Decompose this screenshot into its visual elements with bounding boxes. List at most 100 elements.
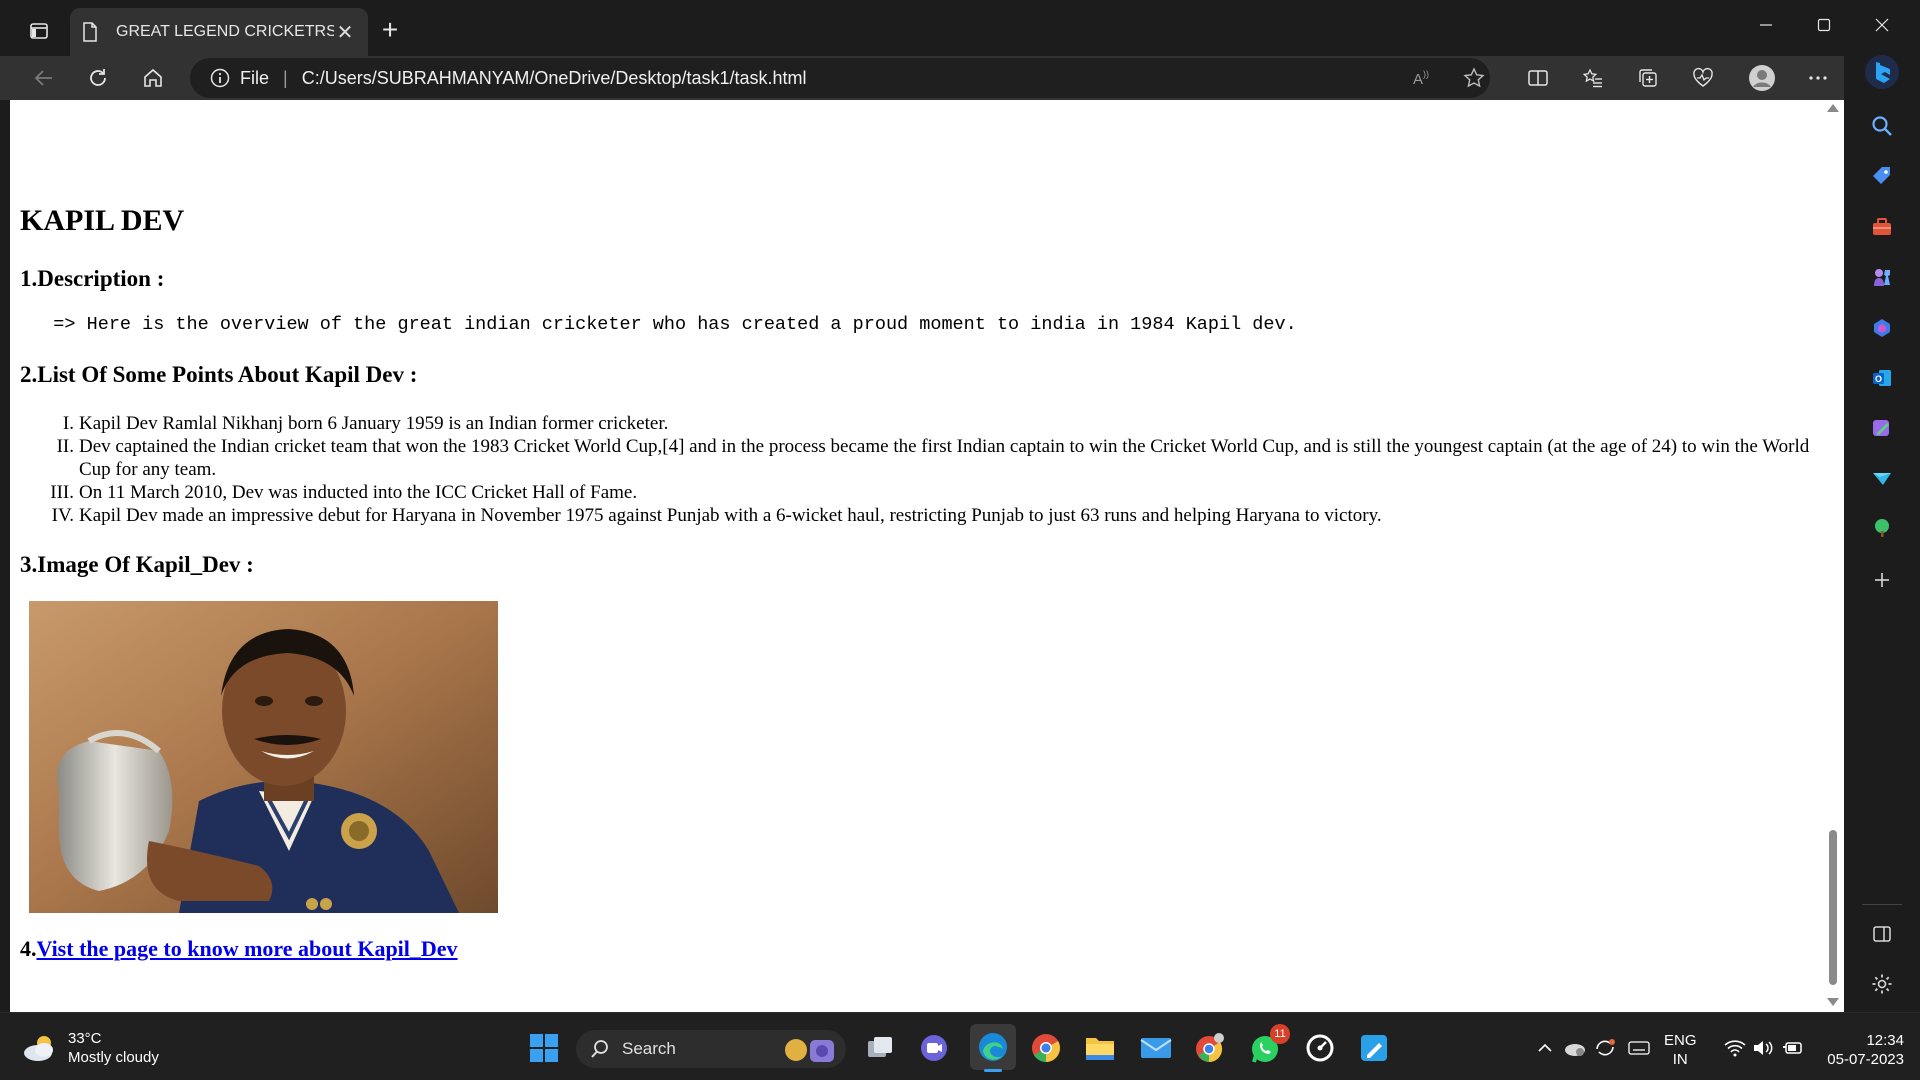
- active-app-indicator: [984, 1069, 1002, 1072]
- tree-icon[interactable]: [1866, 512, 1898, 544]
- whatsapp-icon[interactable]: 11: [1246, 1024, 1290, 1068]
- back-button[interactable]: [26, 60, 62, 96]
- page-icon: [82, 22, 102, 42]
- address-bar[interactable]: File | C:/Users/SUBRAHMANYAM/OneDrive/De…: [190, 58, 1490, 98]
- close-window-button[interactable]: [1854, 0, 1910, 50]
- chrome-app-icon[interactable]: [1026, 1028, 1066, 1068]
- vertical-scrollbar[interactable]: [1822, 100, 1844, 1012]
- section-description-title: 1.Description :: [20, 266, 165, 291]
- address-url[interactable]: C:/Users/SUBRAHMANYAM/OneDrive/Desktop/t…: [302, 68, 807, 89]
- browser-essentials-icon[interactable]: [1687, 62, 1719, 94]
- favorites-icon[interactable]: [1577, 62, 1609, 94]
- list-text: Kapil Dev made an impressive debut for H…: [79, 505, 1382, 526]
- home-button[interactable]: [135, 60, 171, 96]
- address-scheme: File: [240, 67, 270, 88]
- minimize-button[interactable]: [1738, 0, 1794, 50]
- search-highlight-icon: [785, 1039, 834, 1062]
- browser-title-bar: GREAT LEGEND CRICKETRS ✕ +: [0, 0, 1920, 56]
- collections-icon[interactable]: [1632, 62, 1664, 94]
- list-number: I.: [62, 413, 74, 434]
- split-screen-icon[interactable]: [1522, 62, 1554, 94]
- tab-title: GREAT LEGEND CRICKETRS: [116, 23, 334, 40]
- profile-avatar[interactable]: [1746, 62, 1778, 94]
- search-icon[interactable]: [1866, 110, 1898, 142]
- description-text: => Here is the overview of the great ind…: [20, 314, 1297, 335]
- teams-chat-icon[interactable]: [914, 1028, 954, 1068]
- keyboard-icon[interactable]: [1626, 1033, 1652, 1063]
- read-aloud-icon[interactable]: A)): [1406, 62, 1438, 94]
- weather-widget[interactable]: 33°C Mostly cloudy: [22, 1029, 159, 1067]
- start-button[interactable]: [524, 1028, 564, 1068]
- notification-badge: 11: [1270, 1024, 1290, 1044]
- section-points-title: 2.List Of Some Points About Kapil Dev :: [20, 362, 418, 387]
- list-item: IV. Kapil Dev made an impressive debut fo…: [20, 504, 1820, 527]
- list-text: Kapil Dev Ramlal Nikhanj born 6 January …: [79, 413, 669, 434]
- taskbar-search[interactable]: Search: [576, 1030, 846, 1068]
- paint-app-icon[interactable]: [1354, 1028, 1394, 1068]
- browser-toolbar: File | C:/Users/SUBRAHMANYAM/OneDrive/De…: [0, 56, 1920, 100]
- scroll-up-icon[interactable]: [1827, 104, 1839, 112]
- sidebar-settings-gear-icon[interactable]: [1866, 968, 1898, 1000]
- section-number: 4.: [20, 936, 37, 961]
- battery-icon[interactable]: [1780, 1033, 1806, 1063]
- designer-icon[interactable]: [1866, 412, 1898, 444]
- list-text: Dev captained the Indian cricket team th…: [79, 436, 1810, 480]
- maximize-button[interactable]: [1796, 0, 1852, 50]
- mail-app-icon[interactable]: [1136, 1028, 1176, 1068]
- language-indicator[interactable]: ENG IN: [1664, 1031, 1697, 1069]
- show-hidden-icons-chevron-icon[interactable]: [1534, 1033, 1556, 1063]
- wifi-icon[interactable]: [1722, 1033, 1748, 1063]
- weather-temperature: 33°C: [68, 1030, 102, 1047]
- onedrive-cloud-icon[interactable]: [1562, 1033, 1588, 1063]
- chrome-profile-app-icon[interactable]: [1190, 1028, 1230, 1068]
- task-view-icon[interactable]: [860, 1028, 900, 1068]
- tab-active[interactable]: GREAT LEGEND CRICKETRS ✕: [70, 8, 368, 56]
- windows-taskbar: 33°C Mostly cloudy Search 11 ENG IN 12:3…: [0, 1012, 1920, 1080]
- list-item: II. Dev captained the Indian cricket team…: [20, 435, 1820, 481]
- list-number: II.: [56, 436, 74, 457]
- list-number: IV.: [51, 505, 74, 526]
- tab-actions-icon[interactable]: [20, 12, 58, 50]
- scroll-down-icon[interactable]: [1827, 998, 1839, 1006]
- outlook-icon[interactable]: O: [1866, 362, 1898, 394]
- shopping-tag-icon[interactable]: [1866, 160, 1898, 192]
- copilot-icon[interactable]: [1862, 52, 1902, 92]
- more-info-line: 4.Vist the page to know more about Kapil…: [20, 936, 458, 962]
- svg-text:A: A: [1413, 71, 1423, 88]
- more-options-icon[interactable]: [1802, 62, 1834, 94]
- svg-text:O: O: [1875, 374, 1882, 384]
- sidebar-divider: [1862, 904, 1902, 905]
- file-explorer-icon[interactable]: [1080, 1028, 1120, 1068]
- system-clock[interactable]: 12:34 05-07-2023: [1816, 1031, 1904, 1069]
- new-tab-button[interactable]: +: [374, 14, 406, 46]
- clock-app-icon[interactable]: [1300, 1028, 1340, 1068]
- clock-date: 05-07-2023: [1827, 1051, 1904, 1068]
- cricketer-photo: [29, 601, 498, 913]
- microsoft-365-icon[interactable]: [1866, 312, 1898, 344]
- language-code: ENG: [1664, 1032, 1697, 1049]
- list-text: On 11 March 2010, Dev was inducted into …: [79, 482, 638, 503]
- close-tab-icon[interactable]: ✕: [334, 21, 356, 44]
- list-item: I. Kapil Dev Ramlal Nikhanj born 6 Januar…: [20, 412, 1820, 435]
- games-chess-icon[interactable]: [1866, 261, 1898, 293]
- search-icon: [591, 1040, 608, 1058]
- volume-icon[interactable]: [1750, 1033, 1776, 1063]
- list-number: III.: [50, 482, 74, 503]
- edge-browser-app[interactable]: [970, 1024, 1016, 1072]
- info-icon[interactable]: [210, 68, 230, 88]
- tools-briefcase-icon[interactable]: [1866, 211, 1898, 243]
- weather-description: Mostly cloudy: [68, 1049, 159, 1066]
- page-viewport: KAPIL DEV 1.Description : => Here is the…: [10, 100, 1844, 1012]
- drop-send-icon[interactable]: [1866, 462, 1898, 494]
- add-sidebar-app-icon[interactable]: [1866, 564, 1898, 596]
- svg-text:)): )): [1423, 69, 1429, 79]
- refresh-button[interactable]: [80, 60, 116, 96]
- section-image-title: 3.Image Of Kapil_Dev :: [20, 552, 254, 577]
- search-label: Search: [622, 1039, 676, 1058]
- sync-icon[interactable]: [1592, 1033, 1618, 1063]
- points-list: I. Kapil Dev Ramlal Nikhanj born 6 Januar…: [20, 412, 1820, 527]
- favorite-star-icon[interactable]: [1458, 62, 1490, 94]
- hide-sidebar-icon[interactable]: [1866, 918, 1898, 950]
- more-about-link[interactable]: Vist the page to know more about Kapil_D…: [37, 936, 458, 961]
- scrollbar-thumb[interactable]: [1829, 830, 1837, 985]
